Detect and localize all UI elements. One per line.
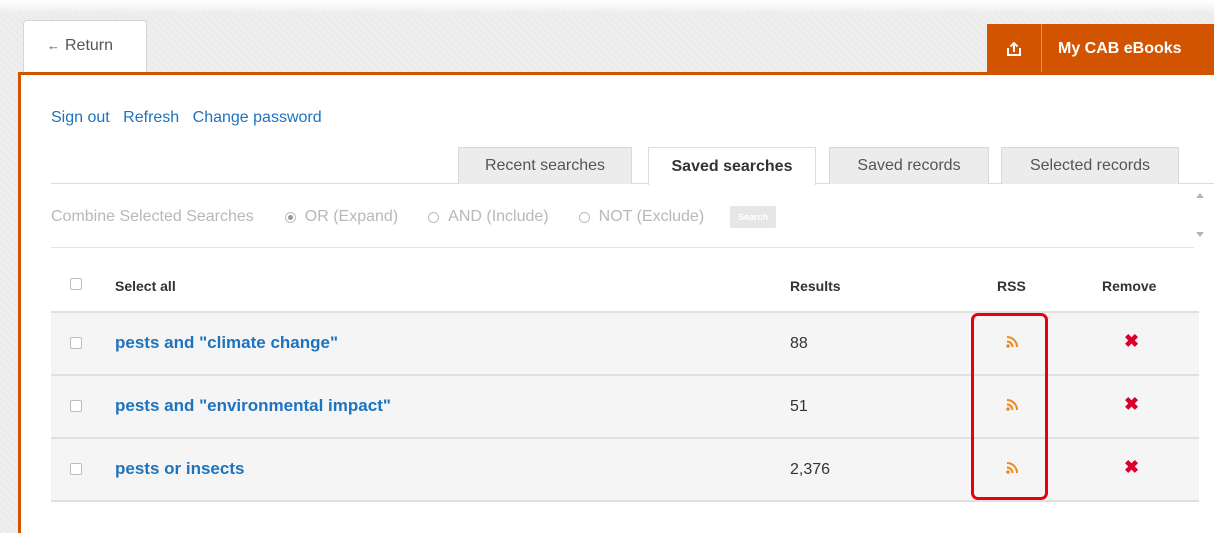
close-icon[interactable]: ✖ — [1124, 457, 1139, 478]
table-header-row: Select all Results RSS Remove — [51, 258, 1199, 313]
combine-search-button[interactable]: Search — [730, 206, 777, 228]
export-icon — [1007, 41, 1021, 56]
select-all-label: Select all — [115, 278, 176, 294]
combine-searches-row: Combine Selected Searches OR (Expand) AN… — [51, 197, 777, 237]
top-strip — [0, 0, 1214, 12]
or-expand-option[interactable]: OR (Expand) — [284, 208, 399, 226]
table-row: pests and "climate change" 88 ✖ — [51, 313, 1199, 376]
and-radio[interactable] — [428, 211, 440, 223]
sign-out-link[interactable]: Sign out — [51, 109, 110, 126]
saved-search-link[interactable]: pests or insects — [115, 459, 244, 479]
tab-recent-searches[interactable]: Recent searches — [458, 147, 632, 184]
table-row: pests and "environmental impact" 51 ✖ — [51, 376, 1199, 439]
close-icon[interactable]: ✖ — [1124, 394, 1139, 415]
and-include-option[interactable]: AND (Include) — [428, 208, 549, 226]
results-header: Results — [790, 278, 841, 294]
rss-header: RSS — [997, 278, 1026, 294]
results-count: 2,376 — [790, 461, 831, 478]
saved-search-link[interactable]: pests and "climate change" — [115, 333, 338, 353]
change-password-link[interactable]: Change password — [193, 109, 322, 126]
rss-icon[interactable] — [1006, 335, 1019, 348]
rss-icon[interactable] — [1006, 398, 1019, 411]
or-label: OR (Expand) — [304, 208, 399, 225]
row-checkbox[interactable] — [70, 463, 82, 475]
tab-saved-records[interactable]: Saved records — [829, 147, 989, 184]
or-radio[interactable] — [284, 211, 296, 223]
return-button[interactable]: ← Return — [23, 20, 147, 74]
remove-header: Remove — [1102, 278, 1157, 294]
tab-selected-records[interactable]: Selected records — [1001, 147, 1179, 184]
not-radio[interactable] — [578, 211, 590, 223]
scroll-up-icon[interactable] — [1196, 193, 1204, 198]
saved-search-link[interactable]: pests and "environmental impact" — [115, 396, 391, 416]
brand-tab: My CAB eBooks — [987, 24, 1214, 74]
combine-title: Combine Selected Searches — [51, 208, 254, 225]
close-icon[interactable]: ✖ — [1124, 331, 1139, 352]
results-count: 88 — [790, 335, 808, 352]
rss-icon[interactable] — [1006, 461, 1019, 474]
combine-divider — [51, 247, 1194, 248]
export-button[interactable] — [987, 24, 1042, 74]
saved-searches-table: Select all Results RSS Remove pests and … — [51, 258, 1199, 502]
combine-scrollbar[interactable] — [1192, 185, 1208, 243]
my-cab-ebooks-link[interactable]: My CAB eBooks — [1042, 40, 1182, 58]
left-arrow-icon: ← — [47, 38, 60, 53]
table-row: pests or insects 2,376 ✖ — [51, 439, 1199, 502]
account-links: Sign out Refresh Change password — [51, 109, 331, 127]
results-count: 51 — [790, 398, 808, 415]
and-label: AND (Include) — [448, 208, 549, 225]
not-exclude-option[interactable]: NOT (Exclude) — [578, 208, 705, 226]
saved-searches-panel: Sign out Refresh Change password Recent … — [18, 72, 1214, 533]
row-checkbox[interactable] — [70, 400, 82, 412]
row-checkbox[interactable] — [70, 337, 82, 349]
not-label: NOT (Exclude) — [598, 208, 705, 225]
tab-saved-searches[interactable]: Saved searches — [648, 147, 816, 185]
refresh-link[interactable]: Refresh — [123, 109, 179, 126]
return-label: Return — [65, 37, 114, 54]
select-all-checkbox[interactable] — [70, 278, 82, 290]
scroll-down-icon[interactable] — [1196, 232, 1204, 237]
